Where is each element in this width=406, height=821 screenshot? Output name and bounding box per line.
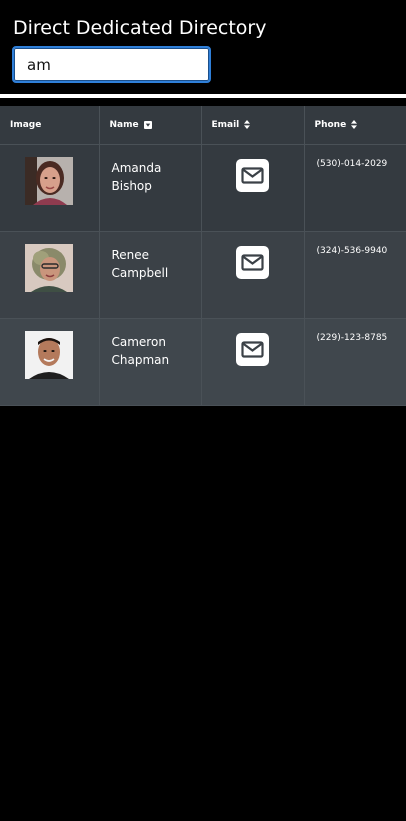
table-row: Amanda Bishop (530)-014-2029 <box>0 144 406 232</box>
portrait-photo <box>25 157 73 205</box>
table-header-row: Image Name Email Phone <box>0 106 406 145</box>
column-header-email[interactable]: Email <box>201 106 305 145</box>
directory-table: Image Name Email Phone Amanda Bishop (53… <box>0 106 406 406</box>
column-header-phone[interactable]: Phone <box>304 106 406 145</box>
first-name: Cameron <box>111 335 166 349</box>
last-name: Campbell <box>111 266 169 280</box>
last-name: Bishop <box>111 179 152 193</box>
column-header-name-label: Name <box>109 120 139 130</box>
sort-both-icon[interactable] <box>351 120 358 129</box>
name-cell: Renee Campbell <box>99 231 202 319</box>
search-input[interactable] <box>12 46 211 83</box>
first-name: Amanda <box>111 161 162 175</box>
image-cell <box>0 231 100 319</box>
portrait-photo <box>25 331 73 379</box>
avatar <box>25 244 73 292</box>
first-name: Renee <box>111 248 150 262</box>
page-title: Direct Dedicated Directory <box>13 17 267 39</box>
email-cell <box>201 144 305 232</box>
sort-down-icon[interactable] <box>143 120 152 129</box>
name-cell: Cameron Chapman <box>99 318 202 406</box>
table-row: Cameron Chapman (229)-123-8785 <box>0 318 406 406</box>
image-cell <box>0 318 100 406</box>
column-header-image-label: Image <box>10 120 42 130</box>
header-divider <box>0 94 406 98</box>
column-header-phone-label: Phone <box>314 120 347 130</box>
column-header-image: Image <box>0 106 100 145</box>
avatar <box>25 331 73 379</box>
envelope-icon[interactable] <box>235 159 269 192</box>
column-header-name[interactable]: Name <box>99 106 202 145</box>
email-cell <box>201 318 305 406</box>
portrait-photo <box>25 244 73 292</box>
sort-both-icon[interactable] <box>244 120 251 129</box>
phone-cell: (324)-536-9940 <box>304 231 406 319</box>
avatar <box>25 157 73 205</box>
phone-cell: (530)-014-2029 <box>304 144 406 232</box>
page-header: Direct Dedicated Directory <box>0 0 406 94</box>
name-cell: Amanda Bishop <box>99 144 202 232</box>
envelope-icon[interactable] <box>235 246 269 279</box>
envelope-icon[interactable] <box>235 333 269 366</box>
last-name: Chapman <box>111 353 170 367</box>
column-header-email-label: Email <box>211 120 240 130</box>
phone-cell: (229)-123-8785 <box>304 318 406 406</box>
image-cell <box>0 144 100 232</box>
table-row: Renee Campbell (324)-536-9940 <box>0 231 406 319</box>
email-cell <box>201 231 305 319</box>
